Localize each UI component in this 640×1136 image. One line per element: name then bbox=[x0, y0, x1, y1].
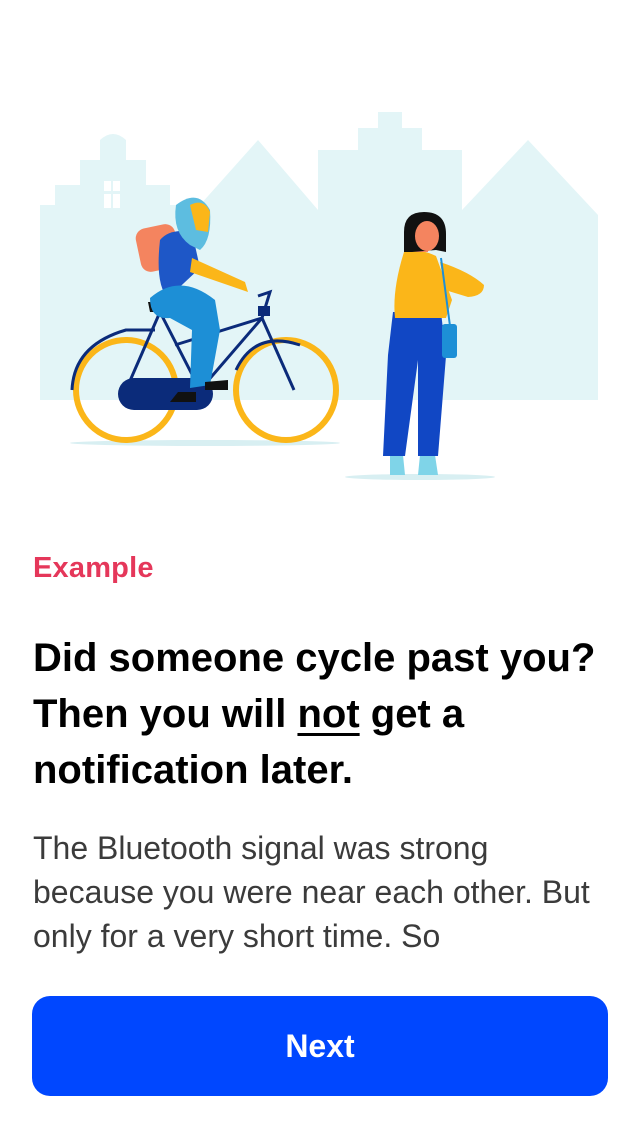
example-label: Example bbox=[33, 552, 154, 584]
next-button[interactable]: Next bbox=[32, 996, 608, 1096]
headline-emphasis: not bbox=[297, 692, 360, 736]
city-skyline-icon bbox=[40, 112, 598, 400]
page-title: Did someone cycle past you? Then you wil… bbox=[33, 630, 613, 798]
body-text: The Bluetooth signal was strong because … bbox=[33, 830, 590, 954]
cyclist-passing-pedestrian-illustration bbox=[40, 112, 598, 480]
onboarding-screen: Example Did someone cycle past you? Then… bbox=[0, 0, 640, 1136]
